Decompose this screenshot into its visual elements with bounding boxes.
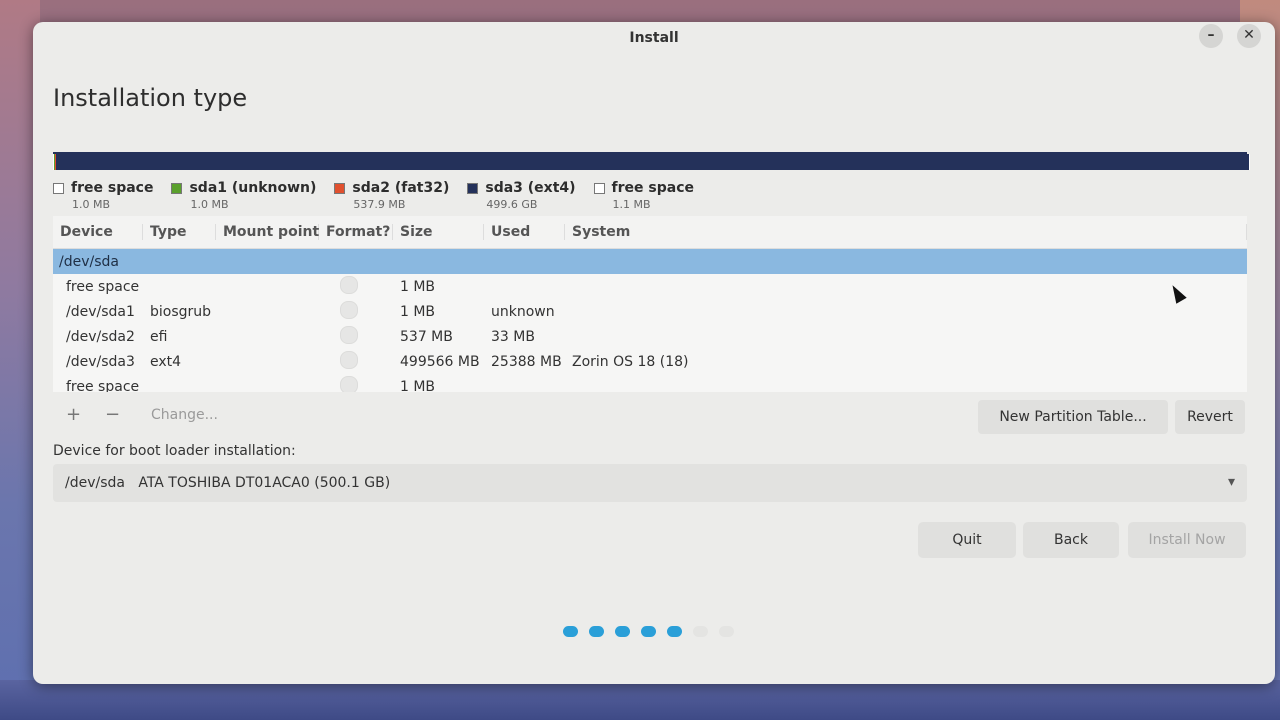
cell-type: efi	[150, 328, 168, 345]
cell-used: 33 MB	[491, 328, 535, 345]
progress-step-dot	[667, 626, 682, 637]
legend-size: 1.0 MB	[190, 198, 229, 211]
format-checkbox[interactable]	[340, 325, 358, 344]
table-row[interactable]: /dev/sda1 biosgrub 1 MB unknown	[53, 299, 1247, 324]
progress-step-dot	[589, 626, 604, 637]
progress-step-dot	[693, 626, 708, 637]
cell-format	[319, 350, 393, 373]
cell-format	[319, 325, 393, 348]
legend-swatch	[53, 182, 64, 194]
legend-size: 537.9 MB	[353, 198, 406, 211]
table-header: Device Type Mount point Format? Size Use…	[53, 216, 1247, 249]
close-icon: ✕	[1243, 27, 1255, 43]
table-row[interactable]: /dev/sda2 efi 537 MB 33 MB	[53, 324, 1247, 349]
column-header-device[interactable]: Device	[53, 224, 143, 240]
cell-used: unknown	[491, 303, 555, 320]
progress-step-dot	[563, 626, 578, 637]
progress-step-dot	[641, 626, 656, 637]
cell-format	[319, 375, 393, 392]
table-row[interactable]: free space 1 MB	[53, 274, 1247, 299]
disk-usage-bar	[53, 152, 1250, 170]
format-checkbox[interactable]	[340, 375, 358, 392]
table-row[interactable]: /dev/sda3 ext4 499566 MB 25388 MB Zorin OS 1…	[53, 349, 1247, 374]
back-button[interactable]: Back	[1023, 522, 1119, 558]
window-title: Install	[629, 30, 679, 46]
legend-label: sda1 (unknown)	[189, 180, 317, 196]
cell-used: 25388 MB	[491, 353, 562, 370]
legend-item: sda1 (unknown) 1.0 MB	[171, 180, 316, 216]
legend-item: free space 1.1 MB	[593, 180, 695, 216]
legend-swatch	[171, 182, 183, 194]
column-header-mount-point[interactable]: Mount point	[216, 224, 319, 240]
cell-size: 1 MB	[400, 378, 436, 393]
bootloader-label: Device for boot loader installation:	[53, 443, 296, 459]
legend-swatch	[334, 182, 346, 194]
cell-size: 499566 MB	[400, 353, 480, 370]
cell-type: ext4	[150, 353, 182, 370]
partition-table: Device Type Mount point Format? Size Use…	[53, 216, 1247, 392]
step-progress-indicator	[563, 626, 745, 638]
install-now-button[interactable]: Install Now	[1128, 522, 1246, 558]
title-bar: Install – ✕	[33, 22, 1275, 56]
legend-item: free space 1.0 MB	[53, 180, 153, 216]
legend-size: 499.6 GB	[486, 198, 538, 211]
legend-size: 1.0 MB	[72, 198, 111, 211]
progress-step-dot	[615, 626, 630, 637]
column-header-type[interactable]: Type	[143, 224, 216, 240]
legend-label: sda2 (fat32)	[352, 180, 450, 196]
revert-button[interactable]: Revert	[1175, 400, 1245, 434]
cell-format	[319, 275, 393, 298]
legend-item: sda2 (fat32) 537.9 MB	[334, 180, 449, 216]
legend-label: sda3 (ext4)	[485, 180, 576, 196]
progress-step-dot	[719, 626, 734, 637]
cell-type: biosgrub	[150, 303, 212, 320]
partition-legend: free space 1.0 MB sda1 (unknown) 1.0 MB sda2…	[53, 180, 712, 216]
format-checkbox[interactable]	[340, 275, 358, 294]
cell-device: /dev/sda3	[66, 353, 135, 370]
disk-segment-free-space	[1248, 154, 1250, 170]
remove-partition-button[interactable]: −	[105, 400, 120, 430]
bootloader-device-select[interactable]: /dev/sda ATA TOSHIBA DT01ACA0 (500.1 GB)…	[53, 464, 1247, 502]
cell-size: 1 MB	[400, 303, 436, 320]
column-header-format[interactable]: Format?	[319, 224, 393, 240]
quit-button[interactable]: Quit	[918, 522, 1016, 558]
cell-size: 1 MB	[400, 278, 436, 295]
cell-size: 537 MB	[400, 328, 453, 345]
legend-swatch	[593, 182, 605, 194]
cell-device: /dev/sda	[59, 253, 119, 270]
cell-format	[319, 300, 393, 323]
installer-window: Install – ✕ Installation type free space…	[33, 22, 1275, 684]
legend-swatch	[467, 182, 479, 194]
table-row[interactable]: /dev/sda	[53, 249, 1247, 274]
change-partition-button[interactable]: Change...	[151, 407, 218, 423]
format-checkbox[interactable]	[340, 350, 358, 369]
table-body: /dev/sda free space 1 MB/dev/sda1 biosgrub 1…	[53, 249, 1247, 392]
cell-device: /dev/sda1	[66, 303, 135, 320]
minimize-icon: –	[1207, 27, 1215, 43]
bootloader-selected-value: /dev/sda ATA TOSHIBA DT01ACA0 (500.1 GB)	[65, 475, 391, 491]
table-row[interactable]: free space 1 MB	[53, 374, 1247, 392]
cell-device: free space	[66, 378, 140, 393]
format-checkbox[interactable]	[340, 300, 358, 319]
legend-label: free space	[71, 180, 154, 196]
add-partition-button[interactable]: +	[66, 400, 81, 430]
legend-size: 1.1 MB	[612, 198, 651, 211]
close-button[interactable]: ✕	[1237, 24, 1261, 48]
cell-system: Zorin OS 18 (18)	[572, 353, 689, 370]
legend-item: sda3 (ext4) 499.6 GB	[467, 180, 576, 216]
disk-segment-sda3	[56, 154, 1249, 170]
cell-device: free space	[66, 278, 140, 295]
dropdown-arrow-icon: ▾	[1227, 474, 1235, 490]
partition-toolbar: + − Change... New Partition Table... Rev…	[53, 400, 1247, 436]
legend-label: free space	[611, 180, 695, 196]
minimize-button[interactable]: –	[1199, 24, 1223, 48]
cell-device: /dev/sda2	[66, 328, 135, 345]
desktop-wallpaper-bottom	[0, 680, 1280, 720]
new-partition-table-button[interactable]: New Partition Table...	[978, 400, 1168, 434]
column-header-used[interactable]: Used	[484, 224, 565, 240]
page-title: Installation type	[53, 84, 248, 112]
column-header-size[interactable]: Size	[393, 224, 484, 240]
column-header-system[interactable]: System	[565, 224, 1247, 240]
